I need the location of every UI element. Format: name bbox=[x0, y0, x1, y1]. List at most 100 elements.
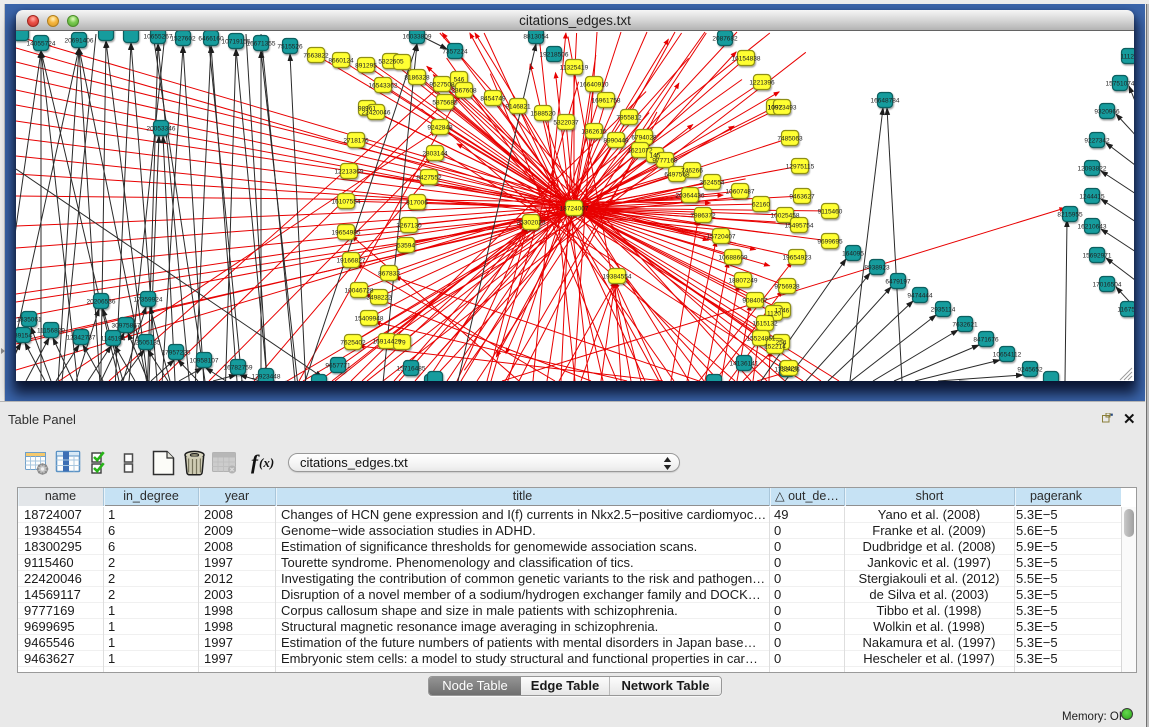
svg-text:1362615: 1362615 bbox=[581, 129, 607, 136]
svg-text:7485063: 7485063 bbox=[777, 136, 803, 143]
svg-text:252214: 252214 bbox=[764, 344, 786, 351]
svg-text:8215955: 8215955 bbox=[1057, 212, 1083, 219]
svg-text:79: 79 bbox=[398, 340, 406, 347]
svg-text:2087682: 2087682 bbox=[712, 36, 738, 43]
svg-text:164095: 164095 bbox=[842, 251, 864, 258]
svg-text:12213369: 12213369 bbox=[335, 169, 364, 176]
svg-text:8938923: 8938923 bbox=[864, 265, 890, 272]
svg-text:15524851: 15524851 bbox=[747, 336, 776, 343]
svg-text:10654112: 10654112 bbox=[993, 352, 1022, 359]
svg-text:15692971: 15692971 bbox=[1083, 253, 1112, 260]
svg-text:3498222: 3498222 bbox=[366, 295, 392, 302]
svg-text:16543362: 16543362 bbox=[369, 83, 398, 90]
svg-text:16961758: 16961758 bbox=[592, 98, 621, 105]
svg-text:30975867: 30975867 bbox=[112, 323, 141, 330]
svg-text:10025458: 10025458 bbox=[771, 213, 800, 220]
svg-text:8660124: 8660124 bbox=[328, 58, 354, 65]
svg-text:1588520: 1588520 bbox=[530, 111, 556, 118]
svg-text:6466160: 6466160 bbox=[198, 36, 224, 43]
svg-text:9227342: 9227342 bbox=[1084, 138, 1110, 145]
svg-text:2367608: 2367608 bbox=[451, 88, 477, 95]
svg-text:19384554: 19384554 bbox=[603, 274, 632, 281]
svg-text:25302023: 25302023 bbox=[517, 220, 546, 227]
svg-text:9115460: 9115460 bbox=[818, 209, 843, 216]
svg-text:39154: 39154 bbox=[16, 333, 32, 340]
svg-text:18724007: 18724007 bbox=[560, 206, 589, 213]
svg-text:1120: 1120 bbox=[767, 311, 781, 318]
svg-text:5322605: 5322605 bbox=[378, 59, 404, 66]
svg-text:17359924: 17359924 bbox=[134, 297, 163, 304]
svg-text:33426: 33426 bbox=[780, 366, 798, 373]
svg-text:8813054: 8813054 bbox=[523, 34, 549, 41]
svg-text:10688609: 10688609 bbox=[719, 255, 748, 262]
svg-text:10046728: 10046728 bbox=[345, 288, 374, 295]
svg-text:20691406: 20691406 bbox=[65, 38, 94, 45]
svg-text:2803144: 2803144 bbox=[422, 151, 448, 158]
svg-text:867833: 867833 bbox=[378, 271, 400, 278]
svg-text:10973493: 10973493 bbox=[768, 105, 797, 112]
svg-text:53594: 53594 bbox=[397, 243, 415, 250]
svg-text:10958107: 10958107 bbox=[190, 358, 219, 365]
svg-text:19166827: 19166827 bbox=[337, 258, 366, 265]
svg-text:9777169: 9777169 bbox=[652, 158, 678, 165]
svg-text:9245652: 9245652 bbox=[1017, 367, 1043, 374]
svg-text:11156829: 11156829 bbox=[37, 328, 65, 335]
svg-text:9242848: 9242848 bbox=[427, 125, 453, 132]
svg-text:7632621: 7632621 bbox=[952, 322, 978, 329]
svg-text:1835061: 1835061 bbox=[16, 317, 42, 324]
svg-text:(x): (x) bbox=[259, 455, 274, 470]
svg-text:7955812: 7955812 bbox=[616, 115, 642, 122]
svg-text:12923448: 12923448 bbox=[252, 374, 281, 381]
svg-text:17957225: 17957225 bbox=[162, 350, 191, 357]
svg-text:891295: 891295 bbox=[355, 63, 377, 70]
svg-text:16210643: 16210643 bbox=[1078, 224, 1107, 231]
svg-text:10655267: 10655267 bbox=[144, 34, 173, 41]
svg-text:5322037: 5322037 bbox=[553, 120, 579, 127]
svg-text:19654985: 19654985 bbox=[332, 230, 361, 237]
svg-text:20364436: 20364436 bbox=[676, 193, 705, 200]
svg-text:817006: 817006 bbox=[406, 200, 428, 207]
svg-text:14055724: 14055724 bbox=[27, 41, 56, 48]
svg-text:12342737: 12342737 bbox=[67, 335, 96, 342]
svg-text:9146821: 9146821 bbox=[505, 104, 531, 111]
svg-text:9474444: 9474444 bbox=[907, 293, 933, 300]
svg-text:19654923: 19654923 bbox=[783, 255, 812, 262]
svg-text:16154838: 16154838 bbox=[732, 56, 761, 63]
svg-text:16033809: 16033809 bbox=[403, 34, 432, 41]
svg-text:15495754: 15495754 bbox=[785, 223, 814, 230]
svg-text:15720407: 15720407 bbox=[707, 234, 736, 241]
svg-text:7663822: 7663822 bbox=[303, 53, 329, 60]
svg-text:20206536: 20206536 bbox=[87, 299, 116, 306]
svg-text:1615132: 1615132 bbox=[752, 321, 778, 328]
svg-text:7625402: 7625402 bbox=[340, 340, 366, 347]
svg-text:20053346: 20053346 bbox=[147, 126, 176, 133]
svg-text:746266: 746266 bbox=[681, 168, 703, 175]
svg-text:8471676: 8471676 bbox=[973, 337, 999, 344]
svg-text:15751074: 15751074 bbox=[1106, 81, 1134, 88]
svg-text:5875685: 5875685 bbox=[432, 100, 458, 107]
svg-text:62160: 62160 bbox=[752, 202, 770, 209]
svg-text:19218506: 19218506 bbox=[540, 52, 569, 59]
svg-text:17016504: 17016504 bbox=[1093, 282, 1122, 289]
svg-text:7986372: 7986372 bbox=[690, 213, 716, 220]
svg-text:6794028: 6794028 bbox=[631, 135, 657, 142]
svg-text:6479197: 6479197 bbox=[885, 279, 911, 286]
svg-text:8186328: 8186328 bbox=[404, 75, 430, 82]
svg-text:3267130: 3267130 bbox=[396, 223, 422, 230]
svg-text:1145194: 1145194 bbox=[101, 336, 126, 343]
svg-text:9756928: 9756928 bbox=[774, 284, 800, 291]
svg-text:7357224: 7357224 bbox=[442, 49, 468, 56]
svg-text:9463627: 9463627 bbox=[789, 194, 815, 201]
svg-text:16640910: 16640910 bbox=[580, 82, 609, 89]
svg-text:15716485: 15716485 bbox=[397, 366, 426, 373]
svg-text:546: 546 bbox=[454, 77, 465, 84]
svg-text:8427552: 8427552 bbox=[416, 175, 442, 182]
svg-text:22420046: 22420046 bbox=[362, 110, 391, 117]
svg-text:16107554: 16107554 bbox=[332, 199, 361, 206]
svg-text:8454749: 8454749 bbox=[480, 96, 506, 103]
svg-text:1244415: 1244415 bbox=[1079, 194, 1105, 201]
svg-text:16782759: 16782759 bbox=[224, 365, 253, 372]
svg-text:9320966: 9320966 bbox=[1094, 109, 1120, 116]
svg-text:12505135: 12505135 bbox=[132, 340, 161, 347]
svg-text:9084067: 9084067 bbox=[742, 298, 768, 305]
